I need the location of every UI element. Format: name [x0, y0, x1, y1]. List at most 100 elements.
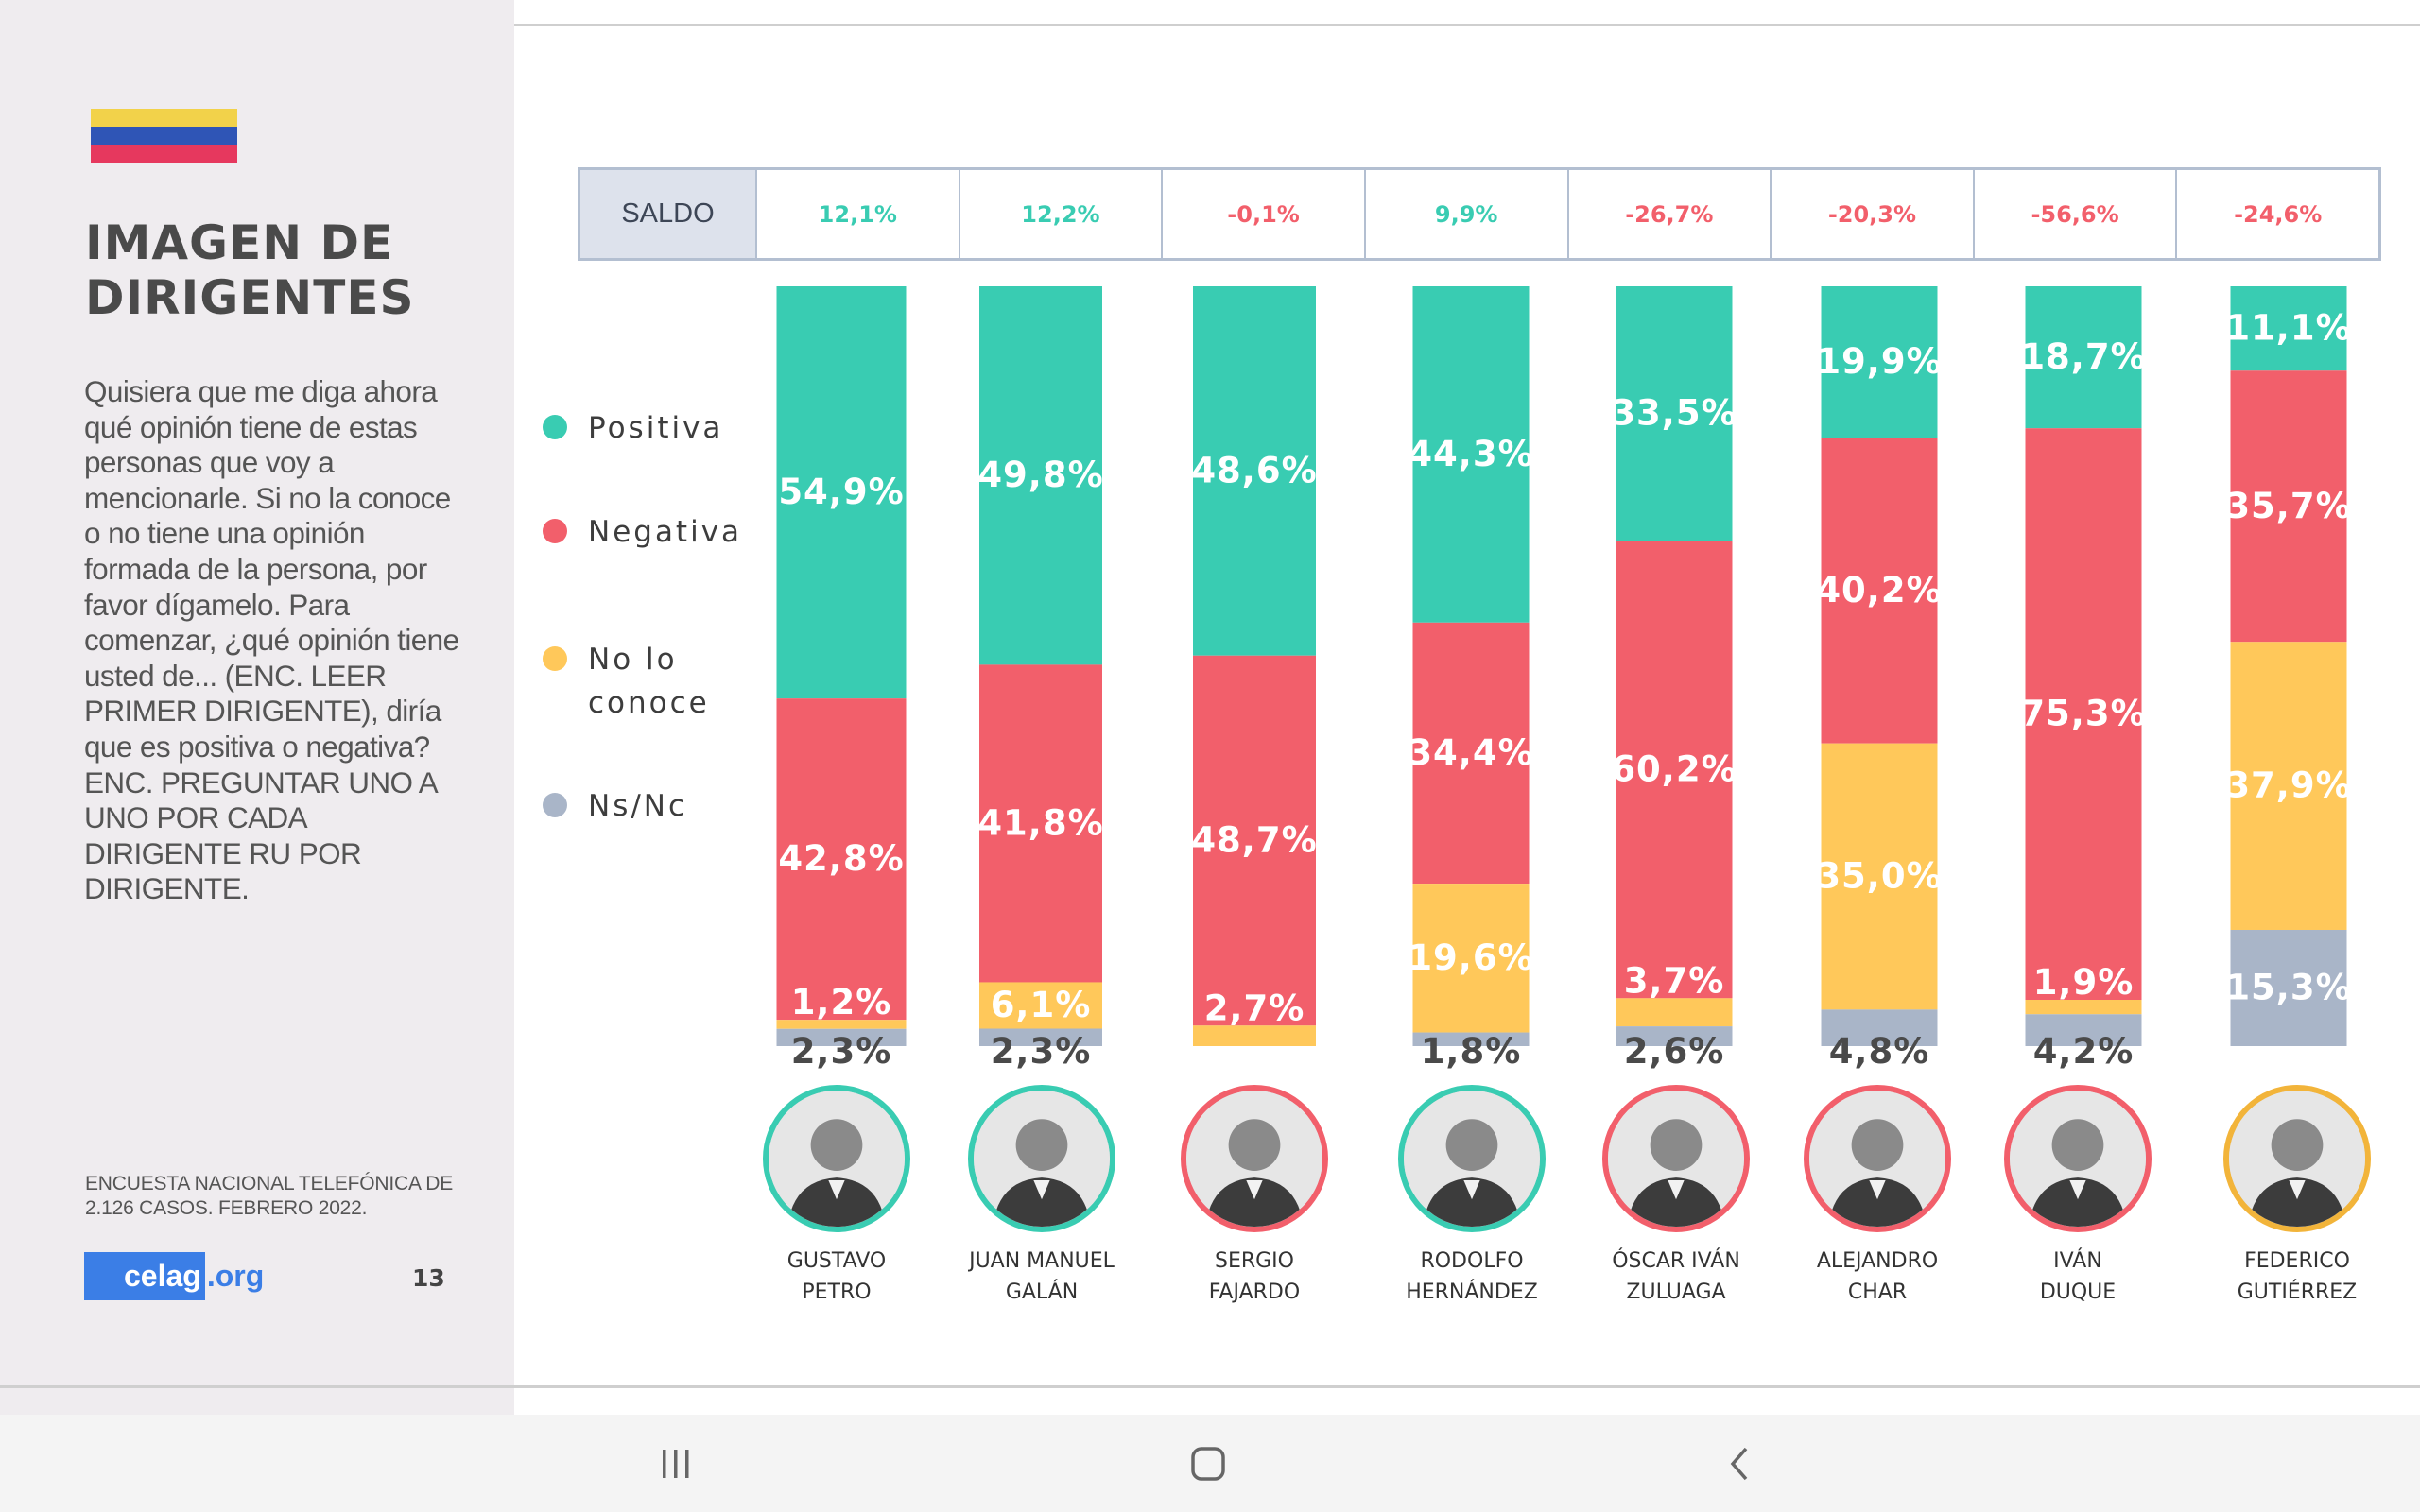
bar-segment-positiva — [1616, 286, 1733, 541]
legend-label: Ns/Nc — [588, 789, 688, 823]
back-icon — [1730, 1447, 1748, 1480]
leader-name: RODOLFO HERNÁNDEZ — [1358, 1246, 1585, 1308]
leader-photo — [1398, 1085, 1546, 1232]
legend-swatch — [543, 793, 567, 817]
bar-value-label: 48,6% — [1191, 450, 1317, 490]
bar-value-label: 1,2% — [791, 982, 892, 1022]
bar-segment-ns-nc — [1616, 1026, 1733, 1046]
leader-photo — [2223, 1085, 2371, 1232]
bar-value-label: 11,1% — [2225, 308, 2351, 349]
leader-name-line1: IVÁN — [2053, 1249, 2102, 1273]
bar-segment-ns-nc — [2230, 929, 2347, 1046]
home-button[interactable] — [1151, 1415, 1265, 1512]
bar-value-label: 37,9% — [2225, 765, 2351, 806]
legend-item-negativa: Negativa — [543, 510, 758, 554]
bar-segment-negativa — [1616, 541, 1733, 999]
bar-segment-no-lo-conoce — [2025, 1000, 2142, 1015]
bar-segment-positiva — [2025, 286, 2142, 429]
page-number: 13 — [412, 1264, 445, 1292]
bar-segment-no-lo-conoce — [2230, 642, 2347, 930]
bar-value-label: 49,8% — [977, 455, 1103, 495]
recent-apps-icon — [663, 1449, 689, 1478]
person-silhouette-icon — [974, 1091, 1110, 1227]
bar-segment-positiva — [1193, 286, 1316, 656]
logo-ext-text: .org — [206, 1259, 265, 1293]
bar-segment-negativa — [776, 698, 907, 1021]
bar-value-label: 2,7% — [1204, 988, 1305, 1028]
leader-name-line1: FEDERICO — [2244, 1249, 2350, 1273]
bar-segment-negativa — [2025, 428, 2142, 1001]
leader-name-line2: DUQUE — [2039, 1280, 2117, 1304]
person-silhouette-icon — [2010, 1091, 2146, 1227]
legend-swatch — [543, 646, 567, 671]
back-button[interactable] — [1683, 1415, 1796, 1512]
leader-name: ÓSCAR IVÁN ZULUAGA — [1563, 1246, 1789, 1308]
bar-value-label: 54,9% — [778, 472, 904, 512]
leader-photo — [1602, 1085, 1750, 1232]
bar-value-label: 1,8% — [1421, 1031, 1522, 1072]
leader-photo — [763, 1085, 910, 1232]
bar-value-label: 41,8% — [977, 802, 1103, 843]
bar-segment-no-lo-conoce — [979, 982, 1102, 1029]
bar-value-label: 15,3% — [2225, 967, 2351, 1007]
bar-value-label: 1,9% — [2033, 962, 2135, 1003]
bar-segment-no-lo-conoce — [1412, 884, 1530, 1033]
bar-value-label: 75,3% — [2020, 694, 2146, 734]
leader-name: IVÁN DUQUE — [1964, 1246, 2191, 1308]
leader-name-line2: ZULUAGA — [1626, 1280, 1726, 1304]
bar-value-label: 3,7% — [1624, 960, 1725, 1001]
saldo-label: SALDO — [580, 170, 755, 258]
celag-logo: celag .org — [84, 1252, 264, 1300]
bar-segment-negativa — [2230, 370, 2347, 643]
saldo-table: SALDO 12,1% 12,2% -0,1% 9,9% -26,7% -20,… — [578, 167, 2381, 261]
bar-segment-negativa — [1412, 622, 1530, 885]
leader-name-line2: PETRO — [802, 1280, 872, 1304]
leader-photo — [1181, 1085, 1328, 1232]
bar-value-label: 44,3% — [1408, 434, 1533, 474]
bar-segment-no-lo-conoce — [776, 1020, 907, 1029]
bar-value-label: 4,8% — [1829, 1031, 1930, 1072]
bar-segment-no-lo-conoce — [1616, 998, 1733, 1027]
person-silhouette-icon — [1404, 1091, 1540, 1227]
leader-photo — [968, 1085, 1115, 1232]
saldo-value: -26,7% — [1566, 170, 1771, 258]
bar-segment-ns-nc — [1412, 1032, 1530, 1046]
sidebar: IMAGEN DE DIRIGENTES Quisiera que me dig… — [0, 0, 514, 1415]
recent-apps-button[interactable] — [619, 1415, 733, 1512]
leader-name-line2: HERNÁNDEZ — [1406, 1280, 1538, 1304]
saldo-value: -24,6% — [2175, 170, 2378, 258]
legend-swatch — [543, 415, 567, 439]
bar-value-label: 19,9% — [1816, 341, 1942, 382]
leader-name: SERGIO FAJARDO — [1141, 1246, 1368, 1308]
logo-main-text: celag — [84, 1252, 205, 1300]
leader-name-line1: SERGIO — [1214, 1249, 1294, 1273]
leader-name-line1: ALEJANDRO — [1816, 1249, 1939, 1273]
leader-name-line1: RODOLFO — [1420, 1249, 1524, 1273]
bar-segment-no-lo-conoce — [1193, 1025, 1316, 1046]
bar-value-label: 18,7% — [2020, 336, 2146, 377]
system-nav-bar — [0, 1415, 2420, 1512]
bar-segment-ns-nc — [1821, 1009, 1938, 1046]
legend-item-positiva: Positiva — [543, 406, 758, 450]
legend-label: Positiva — [588, 411, 724, 445]
bar-segment-negativa — [1821, 438, 1938, 744]
legend-label: No lo conoce — [588, 643, 710, 720]
bar-segment-no-lo-conoce — [1821, 743, 1938, 1010]
saldo-value: 12,2% — [958, 170, 1162, 258]
legend-item-no-lo-conoce: No lo conoce — [543, 638, 730, 725]
leader-name: ALEJANDRO CHAR — [1764, 1246, 1991, 1308]
person-silhouette-icon — [769, 1091, 905, 1227]
bar-value-label: 35,0% — [1816, 856, 1942, 897]
top-divider — [514, 24, 2420, 26]
bar-segment-positiva — [2230, 286, 2347, 371]
leader-photo — [2004, 1085, 2152, 1232]
survey-question: Quisiera que me diga ahora qué opinión t… — [84, 374, 459, 906]
survey-source: ENCUESTA NACIONAL TELEFÓNICA DE 2.126 CA… — [85, 1173, 454, 1219]
saldo-value: -20,3% — [1770, 170, 1973, 258]
bar-segment-negativa — [979, 664, 1102, 983]
leader-name: FEDERICO GUTIÉRREZ — [2184, 1246, 2411, 1308]
bar-value-label: 35,7% — [2225, 486, 2351, 526]
bar-value-label: 33,5% — [1611, 393, 1737, 434]
bar-value-label: 4,2% — [2033, 1031, 2135, 1072]
saldo-value: 12,1% — [755, 170, 959, 258]
